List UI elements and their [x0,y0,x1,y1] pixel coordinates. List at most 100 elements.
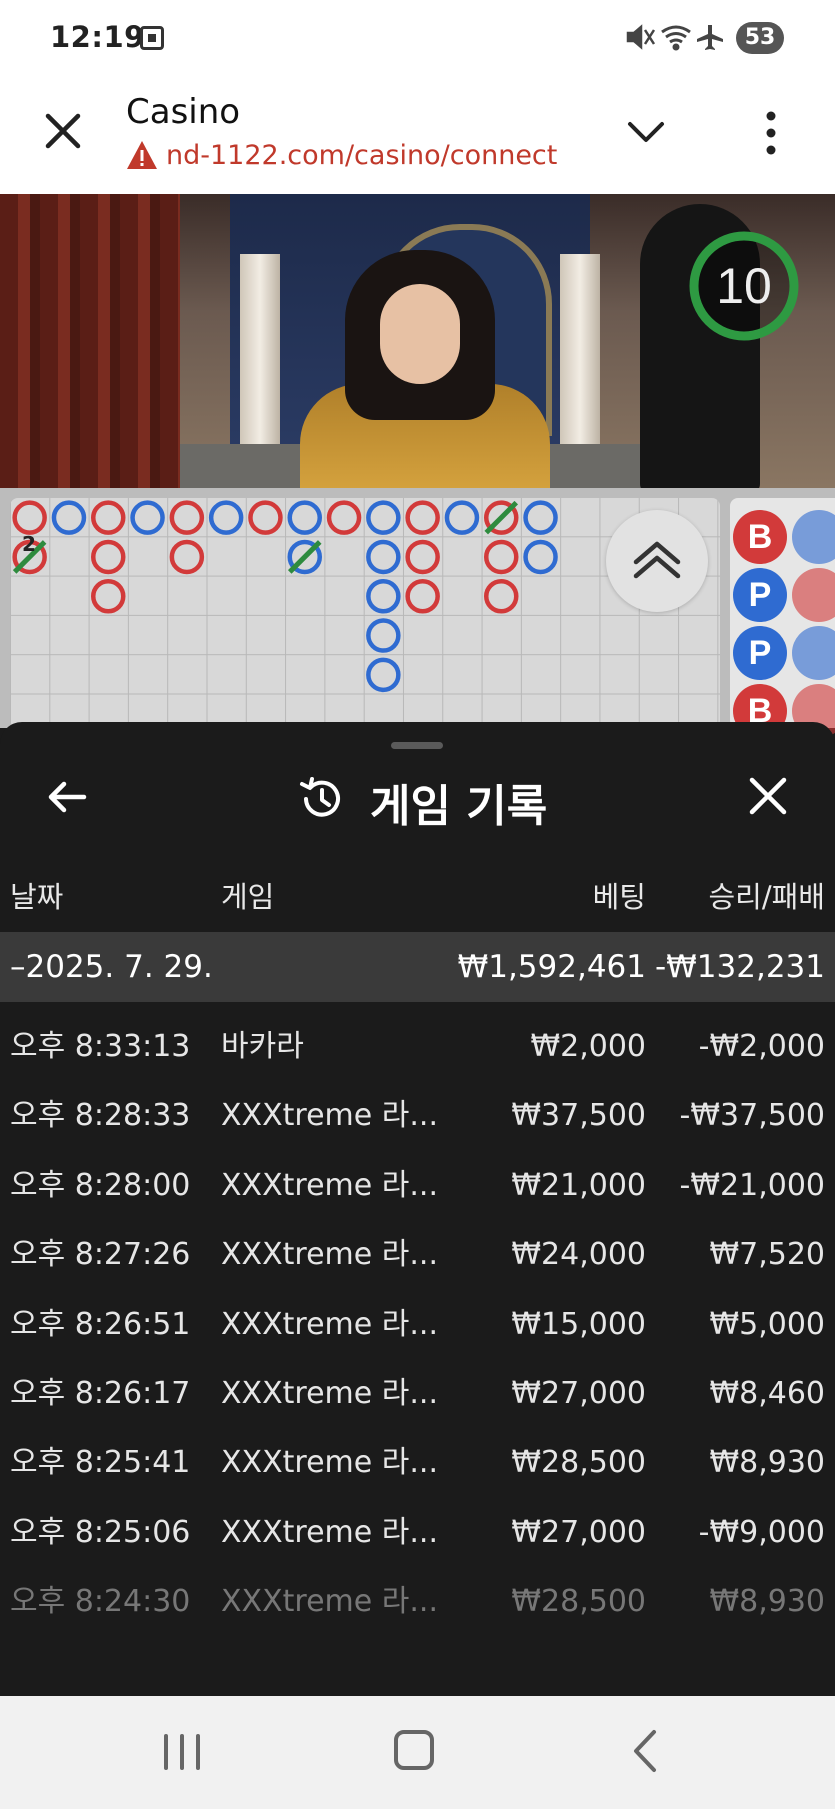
live-video[interactable]: 10 [0,194,835,488]
column-header-game: 게임 [221,880,275,914]
banker-marker [169,539,205,575]
player-marker [208,500,244,535]
status-bar: 12:19 53 [0,0,835,78]
history-row[interactable]: 오후 8:26:17 XXXtreme 라... ₩27,000 ₩8,460 [0,1359,835,1428]
row-result: ₩8,930 [709,1584,825,1620]
banker-marker [405,539,440,575]
row-game: XXXtreme 라... [221,1514,438,1550]
row-game: XXXtreme 라... [221,1375,438,1411]
expand-scoreboard-button[interactable] [606,510,708,612]
history-row[interactable]: 오후 8:28:00 XXXtreme 라... ₩21,000 -₩21,00… [0,1151,835,1220]
bead-banker [792,568,835,622]
status-time: 12:19 [50,20,145,54]
more-options-icon[interactable] [756,108,786,158]
row-time: 오후 8:26:17 [10,1375,191,1411]
row-result: ₩8,460 [709,1375,825,1411]
row-bet: ₩27,000 [511,1375,646,1411]
row-bet: ₩21,000 [511,1167,646,1203]
column-header-date: 날짜 [10,880,64,914]
player-marker [130,500,165,535]
chevron-down-icon[interactable] [624,110,668,154]
curtain-image [0,194,180,488]
row-bet: ₩27,000 [511,1514,646,1550]
row-game: XXXtreme 라... [221,1306,438,1342]
home-icon[interactable] [394,1730,434,1770]
warning-icon [127,141,157,169]
bead-player [792,510,835,564]
close-icon[interactable] [40,108,86,154]
bead-player: P [733,626,787,680]
back-icon[interactable] [628,1728,662,1774]
banker-marker [484,539,519,575]
drag-handle[interactable] [391,742,443,749]
row-game: XXXtreme 라... [221,1445,438,1481]
row-result: -₩2,000 [698,1029,825,1064]
history-row[interactable]: 오후 8:33:13 바카라 ₩2,000 -₩2,000 [0,1012,835,1081]
player-marker [51,500,87,535]
scoreboard: 2 B P P B [0,488,835,738]
history-row[interactable]: 오후 8:28:33 XXXtreme 라... ₩37,500 -₩37,50… [0,1081,835,1150]
banker-marker [91,539,126,575]
row-game: XXXtreme 라... [221,1237,438,1273]
player-marker [366,657,401,693]
close-icon[interactable] [746,774,790,818]
history-row[interactable]: 오후 8:24:30 XXXtreme 라... ₩28,500 ₩8,930 [0,1567,835,1636]
player-marker [366,539,401,575]
column-header-bet: 베팅 [592,880,646,914]
double-chevron-up-icon [633,541,681,579]
history-row[interactable]: 오후 8:27:26 XXXtreme 라... ₩24,000 ₩7,520 [0,1220,835,1289]
mute-icon [626,24,656,50]
airplane-icon [697,25,723,50]
row-result: ₩8,930 [709,1445,825,1481]
history-icon [300,777,340,817]
group-date: –2025. 7. 29. [10,949,213,985]
row-time: 오후 8:27:26 [10,1237,191,1273]
row-bet: ₩28,500 [511,1445,646,1481]
row-time: 오후 8:24:30 [10,1584,191,1620]
bead-banker: B [733,510,787,564]
row-time: 오후 8:26:51 [10,1306,191,1342]
player-marker [287,500,322,535]
history-row[interactable]: 오후 8:25:41 XXXtreme 라... ₩28,500 ₩8,930 [0,1428,835,1497]
column-header-result: 승리/패배 [708,880,826,914]
row-time: 오후 8:28:00 [10,1167,191,1203]
status-icons [626,22,726,58]
row-result: ₩5,000 [709,1306,825,1342]
player-marker [523,539,558,575]
row-bet: ₩15,000 [511,1306,646,1342]
screenshot-icon [140,26,164,50]
player-marker [523,500,558,535]
row-time: 오후 8:33:13 [10,1029,191,1064]
battery-indicator: 53 [736,22,784,54]
wifi-icon [661,25,691,51]
back-arrow-icon[interactable] [44,774,90,820]
banker-marker [405,500,440,535]
row-result: -₩9,000 [698,1514,825,1550]
history-row[interactable]: 오후 8:26:51 XXXtreme 라... ₩15,000 ₩5,000 [0,1290,835,1359]
banker-marker [91,500,126,535]
player-marker [366,500,401,535]
url-text: nd-1122.com/casino/connect [166,140,558,171]
banker-marker [405,579,440,614]
recent-apps-icon[interactable] [160,1732,204,1772]
row-bet: ₩28,500 [511,1584,646,1620]
page-title: Casino [126,92,241,132]
row-game: XXXtreme 라... [221,1167,438,1203]
sheet-title: 게임 기록 [370,781,548,832]
date-group-row[interactable]: –2025. 7. 29. ₩1,592,461 -₩132,231 [0,932,835,1002]
banker-marker [169,500,205,535]
row-result: ₩7,520 [709,1237,825,1273]
row-bet: ₩24,000 [511,1237,646,1273]
bead-road[interactable]: B P P B [730,498,835,738]
tie-count-label: 2 [22,532,36,556]
history-row[interactable]: 오후 8:25:06 XXXtreme 라... ₩27,000 -₩9,000 [0,1498,835,1567]
custom-tab-header: Casino nd-1122.com/casino/connect [0,78,835,195]
row-game: XXXtreme 라... [221,1584,438,1620]
banker-marker [248,500,283,535]
game-history-sheet: 게임 기록 날짜 게임 베팅 승리/패배 –2025. 7. 29. ₩1,59… [0,722,835,1696]
system-navigation-bar [0,1696,835,1809]
row-time: 오후 8:28:33 [10,1098,191,1134]
banker-marker [12,500,47,535]
row-bet: ₩2,000 [530,1029,646,1064]
countdown-timer: 10 [688,230,800,342]
